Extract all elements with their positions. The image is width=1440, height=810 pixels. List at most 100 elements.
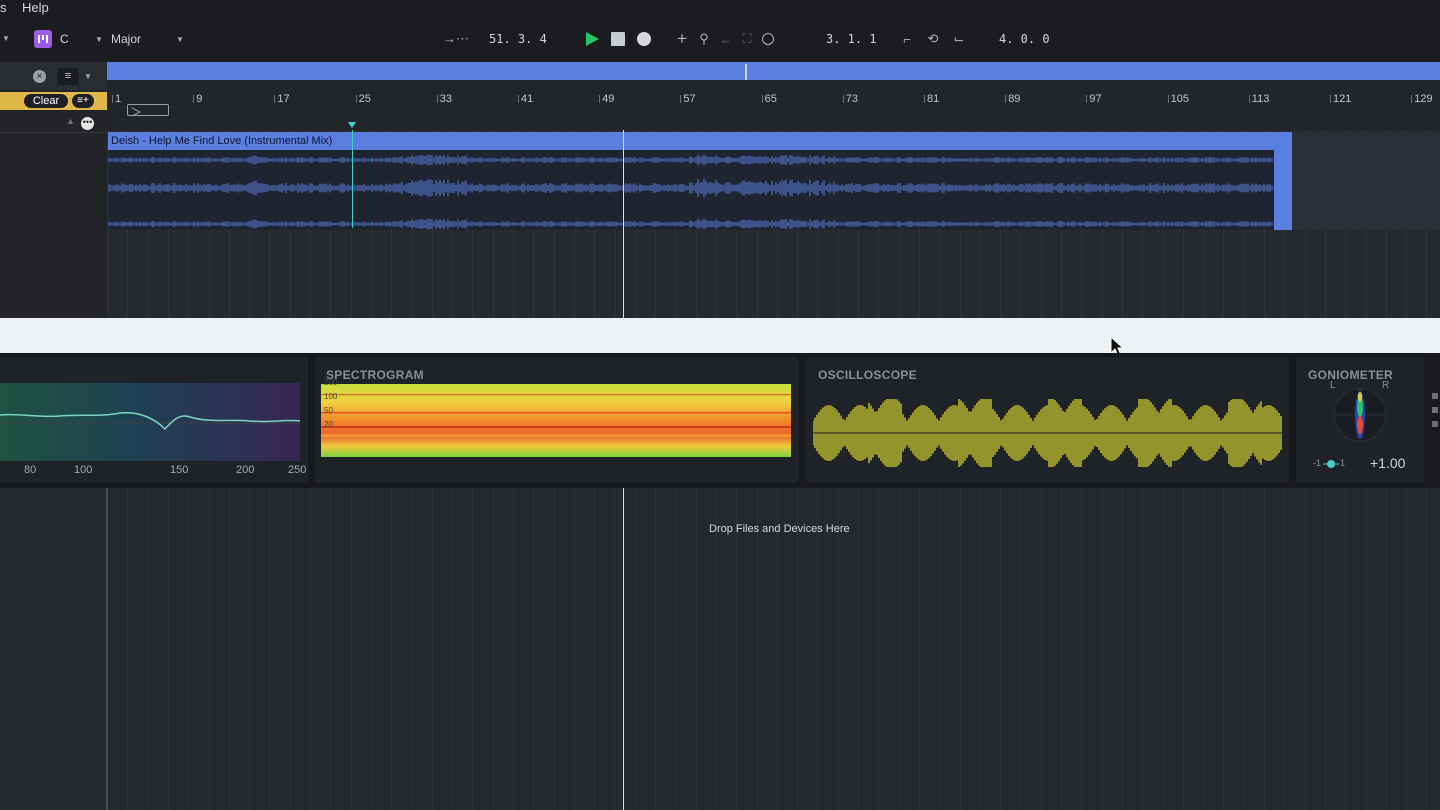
gonio-value[interactable]: +1.00 [1370, 455, 1405, 471]
ruler-bar-label: 97 [1089, 93, 1102, 105]
ruler-bar-label: 129 [1414, 93, 1433, 105]
ruler-bar-label: 89 [1008, 93, 1021, 105]
triangle-up-icon[interactable]: ▲ [66, 116, 75, 126]
grid-line [1122, 488, 1123, 810]
key-select[interactable]: C [60, 29, 69, 49]
scroll-handle[interactable] [1432, 393, 1438, 453]
grid-line [1325, 488, 1326, 810]
ruler-tick [274, 95, 276, 103]
ruler-tick [761, 95, 763, 103]
arrangement-timeline[interactable]: 1 9 17 25 33 41 49 57 65 73 81 89 97 105 113 121 129 Dei… [107, 62, 1440, 318]
grid-line [858, 488, 859, 810]
goniometer-title: GONIOMETER [1308, 368, 1394, 382]
stop-button[interactable] [611, 32, 625, 46]
grid-line [1406, 488, 1407, 810]
ruler-tick [1086, 95, 1088, 103]
key-icon[interactable] [34, 30, 52, 48]
cursor-line [623, 130, 624, 318]
grid-line [1061, 488, 1062, 810]
position-display[interactable]: 51. 3. 4 [489, 32, 547, 46]
spectrogram-panel[interactable]: SPECTROGRAM 200 100 50 20 [314, 357, 799, 483]
audio-clip[interactable]: Deish - Help Me Find Love (Instrumental … [108, 132, 1292, 230]
menu-item-prev[interactable]: s [0, 0, 7, 15]
gonio-max-label: 1 [1340, 458, 1346, 468]
ruler-bar-label: 113 [1251, 93, 1270, 105]
gonio-slider[interactable] [1323, 457, 1339, 469]
close-icon[interactable]: × [33, 70, 46, 83]
ruler[interactable] [107, 80, 1440, 130]
punch-in-icon[interactable]: ⌐ [897, 29, 917, 49]
play-button[interactable] [584, 31, 600, 52]
grid-line [939, 488, 940, 810]
drop-zone-text: Drop Files and Devices Here [709, 523, 850, 535]
ruler-bar-label: 57 [683, 93, 696, 105]
grid-line [1081, 488, 1082, 810]
grid-line [249, 488, 250, 810]
grid-line [1020, 488, 1021, 810]
punch-out-icon[interactable]: ⌙ [949, 29, 969, 49]
loop-bar[interactable] [107, 62, 1440, 80]
eq-axis-label: 200 [236, 464, 255, 476]
chevron-down-icon[interactable]: ▼ [176, 35, 184, 44]
oscilloscope-title: OSCILLOSCOPE [818, 368, 917, 382]
ruler-bar-label: 17 [277, 93, 290, 105]
ruler-tick [1167, 95, 1169, 103]
grid-line [614, 488, 615, 810]
grid-line [513, 488, 514, 810]
playhead-marker-icon[interactable] [348, 122, 356, 128]
loop-icon[interactable]: ⟲ [923, 29, 943, 49]
record-button[interactable] [637, 32, 651, 46]
eq-curve [0, 383, 300, 461]
grid-line [655, 488, 656, 810]
menu-item-help[interactable]: Help [22, 0, 49, 15]
ruler-tick [599, 95, 601, 103]
grid-line [980, 488, 981, 810]
grid-line [1183, 488, 1184, 810]
ruler-tick [112, 95, 113, 103]
loop-bar-marker [745, 64, 747, 80]
playhead-line [352, 130, 353, 228]
grid-line [919, 488, 920, 810]
clear-button[interactable]: Clear [24, 94, 68, 108]
filter-icon[interactable]: ≡ [57, 68, 79, 85]
grid-line [493, 488, 494, 810]
track-header-panel: × ≡ ▼ Clear ≡+ ▲ ••• [0, 62, 107, 318]
follow-icon[interactable]: →⋯ [443, 29, 469, 49]
ruler-bar-label: 81 [927, 93, 940, 105]
track-boundary [106, 488, 108, 810]
add-icon[interactable]: + [672, 29, 692, 49]
ruler-tick [436, 95, 438, 103]
grid-line [635, 488, 636, 810]
expand-icon[interactable]: ⛶ [737, 29, 757, 49]
arrow-left-icon[interactable]: ← [716, 29, 736, 49]
grid-line [371, 488, 372, 810]
grid-line [1000, 488, 1001, 810]
grid-line [574, 488, 575, 810]
add-list-icon[interactable]: ≡+ [72, 94, 94, 108]
chevron-down-icon[interactable]: ▼ [84, 72, 92, 81]
grid-line [1244, 488, 1245, 810]
link-icon[interactable]: ⚲ [694, 29, 714, 49]
goniometer-panel[interactable]: GONIOMETER L R -1 1 +1.00 [1296, 357, 1424, 483]
circle-icon[interactable] [762, 33, 774, 45]
spectrogram-display [321, 384, 791, 457]
chevron-down-icon[interactable]: ▼ [2, 34, 10, 43]
eq-display-panel[interactable]: 80 100 150 200 250 [0, 357, 308, 483]
grid-line [330, 488, 331, 810]
ruler-tick [842, 95, 844, 103]
panel-divider[interactable] [0, 318, 1440, 353]
loop-start-display[interactable]: 3. 1. 1 [826, 32, 877, 46]
oscilloscope-panel[interactable]: OSCILLOSCOPE [806, 357, 1289, 483]
grid-line [1345, 488, 1346, 810]
scale-select[interactable]: Major [111, 29, 141, 49]
goniometer-display [1333, 388, 1387, 442]
drop-zone[interactable]: Drop Files and Devices Here [0, 488, 1440, 810]
loop-length-display[interactable]: 4. 0. 0 [999, 32, 1050, 46]
eq-axis-label: 80 [24, 464, 37, 476]
ruler-bar-label: 73 [845, 93, 859, 105]
more-icon[interactable]: ••• [81, 117, 94, 130]
loop-region[interactable] [127, 104, 169, 117]
grid-line [817, 488, 818, 810]
grid-line [127, 488, 128, 810]
chevron-down-icon[interactable]: ▼ [95, 35, 103, 44]
